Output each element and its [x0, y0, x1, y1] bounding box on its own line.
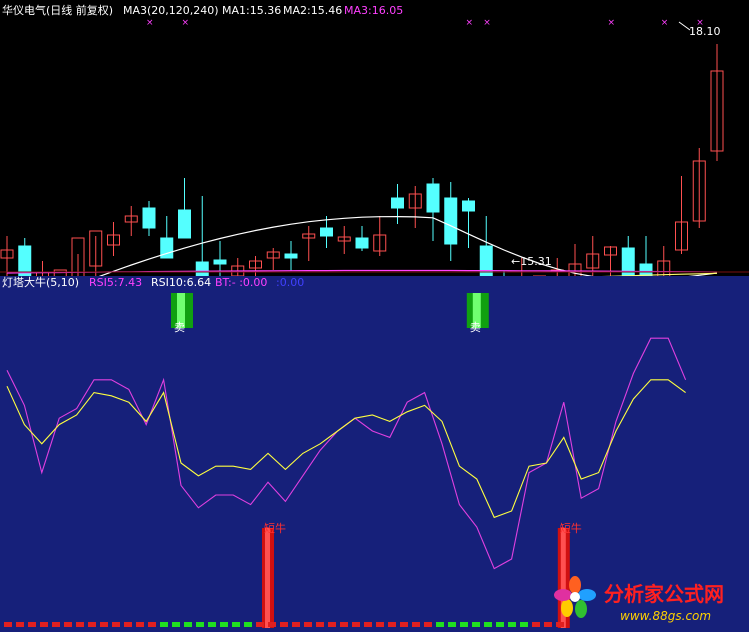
candle-body-down: [213, 259, 227, 265]
rsi5-value: RSI5:7.43: [89, 276, 143, 289]
status-dash: [148, 622, 156, 627]
candle-body-down: [462, 200, 475, 212]
status-dash: [268, 622, 276, 627]
candle-body-down: [444, 197, 458, 245]
status-dash: [220, 622, 228, 627]
status-dash: [424, 622, 432, 627]
candle-body-down: [639, 263, 653, 277]
status-dash: [172, 622, 180, 627]
watermark-brand: 分析家公式网: [604, 582, 724, 606]
status-dash: [520, 622, 528, 627]
candle-body-down: [195, 261, 209, 277]
status-dash: [40, 622, 48, 627]
status-dash: [388, 622, 396, 627]
candle-body-down: [284, 253, 298, 259]
status-dash: [208, 622, 216, 627]
status-dash: [280, 622, 288, 627]
status-dash: [376, 622, 384, 627]
status-dash: [244, 622, 252, 627]
status-dash: [232, 622, 240, 627]
status-dash: [328, 622, 336, 627]
ma1-value: MA1:15.36: [222, 4, 282, 17]
bull-label: 短牛: [264, 521, 286, 535]
candle-body-down: [391, 197, 404, 209]
signal-marker: ×: [661, 18, 669, 28]
sell-signal: 卖: [171, 293, 193, 334]
candle-body-down: [355, 237, 369, 249]
status-dash: [412, 622, 420, 627]
status-dash: [352, 622, 360, 627]
status-dash: [304, 622, 312, 627]
extra-value: :0.00: [276, 276, 305, 289]
status-dash: [400, 622, 408, 627]
status-dash: [112, 622, 120, 627]
status-dash: [256, 622, 264, 627]
signal-marker: ×: [466, 18, 474, 28]
signal-marker: ×: [483, 18, 491, 28]
status-dash: [508, 622, 516, 627]
high-annotation: 18.10: [689, 25, 721, 38]
signal-marker: ×: [146, 18, 154, 28]
status-dash: [136, 622, 144, 627]
bull-bar-highlight: [265, 528, 270, 628]
status-dash: [448, 622, 456, 627]
status-dash: [496, 622, 504, 627]
candle-body-down: [178, 209, 191, 239]
status-dash: [316, 622, 324, 627]
status-dash: [544, 622, 552, 627]
status-dash: [88, 622, 96, 627]
status-dash: [28, 622, 36, 627]
status-dash: [160, 622, 168, 627]
status-dash: [292, 622, 300, 627]
status-dash: [100, 622, 108, 627]
watermark-url: www.88gs.com: [620, 609, 711, 623]
sell-label: 卖: [470, 321, 481, 334]
rsi-panel-background: [0, 276, 749, 632]
bt-value: BT:- :0.00: [215, 276, 268, 289]
status-dash: [16, 622, 24, 627]
ma3-value: MA3:16.05: [344, 4, 404, 17]
signal-marker: ×: [182, 18, 190, 28]
status-dash: [4, 622, 12, 627]
status-dash: [532, 622, 540, 627]
ma-param-label: MA3(20,120,240): [123, 4, 219, 17]
candle-body-down: [142, 207, 156, 229]
sell-label: 卖: [174, 321, 185, 334]
rsi10-value: RSI10:6.64: [151, 276, 212, 289]
status-dash: [196, 622, 204, 627]
indicator-name: 灯塔大牛(5,10): [2, 276, 80, 289]
status-dash: [364, 622, 372, 627]
status-dash: [184, 622, 192, 627]
status-dash: [76, 622, 84, 627]
low-annotation: ←15.31: [511, 255, 552, 268]
signal-marker: ×: [608, 18, 616, 28]
status-dash: [484, 622, 492, 627]
status-dash: [556, 622, 564, 627]
status-dash: [436, 622, 444, 627]
status-dash: [52, 622, 60, 627]
candle-body-down: [320, 227, 333, 237]
status-dash: [472, 622, 480, 627]
status-dash: [64, 622, 72, 627]
status-dash: [340, 622, 348, 627]
candle-body-down: [426, 183, 440, 213]
status-dash: [124, 622, 132, 627]
sell-signal: 卖: [466, 293, 489, 334]
ma2-value: MA2:15.46: [283, 4, 343, 17]
stock-title: 华仪电气(日线 前复权): [2, 4, 114, 17]
status-dash: [460, 622, 468, 627]
chart-canvas: × × × × × × ×18.10←15.31 卖卖短牛 短牛 分析家公式网 www.88g…: [0, 0, 749, 632]
bull-label: 短牛: [560, 521, 582, 535]
